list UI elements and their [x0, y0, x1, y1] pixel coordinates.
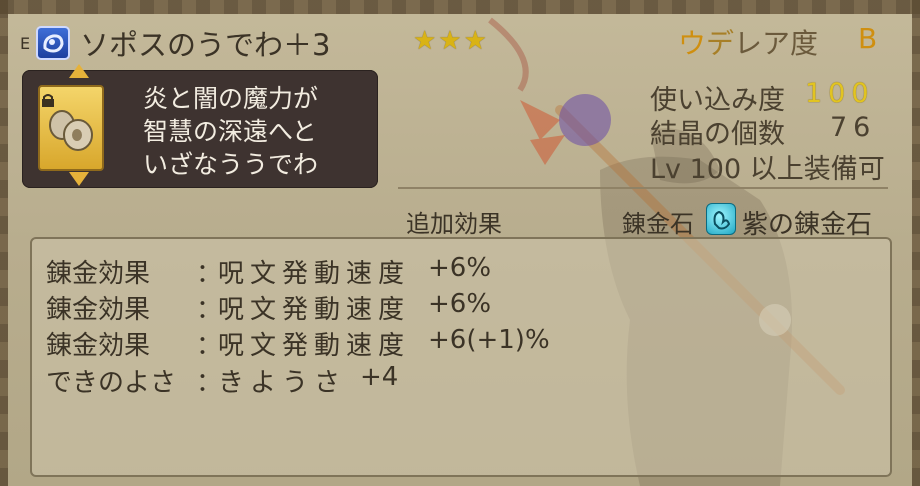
effect-label: 錬金効果 — [46, 331, 151, 361]
effect-amount: +6% — [428, 253, 492, 283]
effect-amount: +6(+1)% — [428, 325, 550, 355]
section-divider — [398, 187, 888, 189]
effect-value: 呪文発動速度 — [218, 295, 411, 325]
rarity-stars: ★★★ — [413, 26, 489, 56]
quality-amount: +4 — [360, 362, 399, 392]
scroll-down-arrow-icon[interactable] — [69, 172, 89, 186]
frame-left-border — [0, 0, 8, 486]
equipped-marker: E — [20, 34, 31, 53]
rarity-label-de: デ — [706, 27, 735, 60]
level-requirement: Lv 100 以上装備可 — [650, 154, 885, 185]
crystals-value: 76 — [830, 112, 877, 143]
effect-value: 呪文発動速度 — [218, 259, 411, 289]
alchemy-stone-label: 錬金石 — [622, 210, 694, 238]
effect-label: 錬金効果 — [46, 295, 151, 325]
quality-value: きようさ — [218, 368, 347, 398]
scroll-up-arrow-icon[interactable] — [69, 64, 89, 78]
frame-right-border — [912, 0, 920, 486]
usage-value: 100 — [805, 78, 875, 109]
crystals-label: 結晶の個数 — [650, 119, 785, 150]
bracelet-icon — [36, 26, 70, 60]
lock-icon — [42, 94, 54, 107]
rarity-label-rest: レア度 — [734, 27, 819, 60]
rarity-value: B — [858, 22, 878, 55]
quality-label: できのよさ — [46, 368, 177, 398]
item-name: ソポスのうでわ＋3 — [80, 28, 331, 62]
alchemy-stone-value: 紫の錬金石 — [742, 210, 873, 240]
item-description: 炎と闇の魔力が 智慧の深遠へと いざなううでわ — [143, 84, 319, 179]
rarity-label: ウデレア度 — [678, 22, 818, 62]
rarity-label-u: ウ — [678, 27, 707, 60]
purple-alchemy-stone-icon — [706, 203, 736, 235]
additional-effects-header: 追加効果 — [406, 210, 502, 238]
effect-label: 錬金効果 — [46, 259, 151, 289]
frame-top-border — [0, 0, 920, 14]
effect-value: 呪文発動速度 — [218, 331, 411, 361]
effect-amount: +6% — [428, 289, 492, 319]
